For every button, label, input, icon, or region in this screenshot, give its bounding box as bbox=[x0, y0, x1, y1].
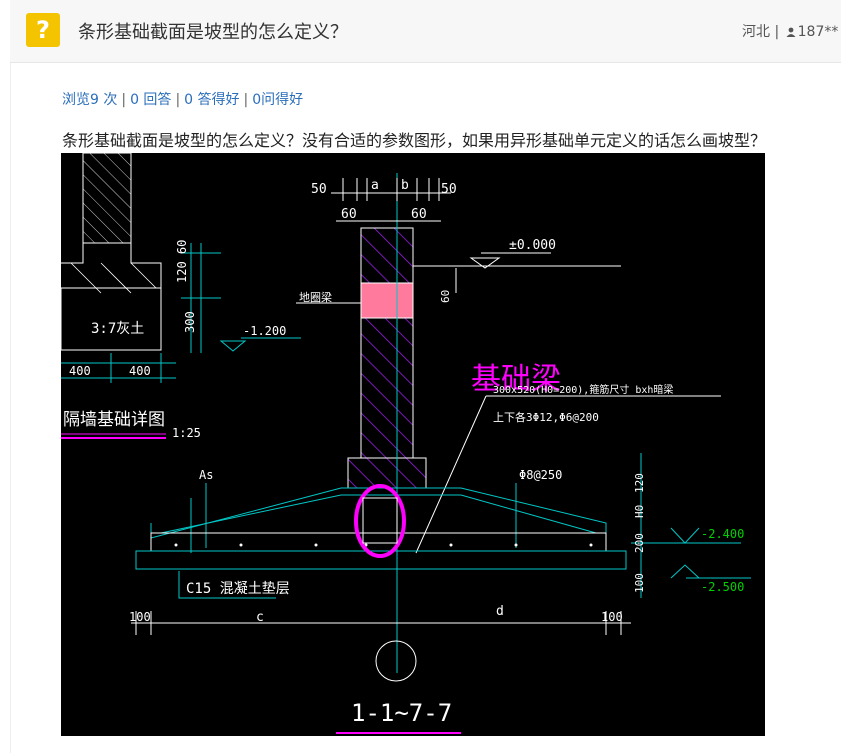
dim-c: c bbox=[256, 610, 264, 625]
dim-60-side: 60 bbox=[439, 290, 452, 303]
beam-note-2: 上下各3Φ12,Φ6@200 bbox=[493, 410, 599, 424]
dim-400-b: 400 bbox=[129, 364, 151, 378]
dim-200: 200 bbox=[633, 533, 646, 553]
dim-top-50-left: 50 bbox=[311, 182, 327, 197]
question-title: 条形基础截面是坡型的怎么定义？ bbox=[78, 22, 348, 43]
wall-detail-title: 隔墙基础详图 bbox=[63, 410, 165, 430]
asker-meta: 河北 | 187** bbox=[742, 21, 838, 41]
soil-label: 3:7灰土 bbox=[91, 321, 144, 337]
beam-note-1: 300x520(H0=200),箍筋尺寸 bxh暗梁 bbox=[493, 383, 673, 396]
h0-label: H0 bbox=[633, 505, 646, 518]
as-label: As bbox=[199, 468, 213, 482]
stats-separator: | bbox=[121, 92, 127, 108]
question-body: 条形基础截面是坡型的怎么定义？没有合适的参数图形，如果用异形基础单元定义的话怎么… bbox=[62, 131, 767, 150]
dim-100: 100 bbox=[633, 573, 646, 593]
meta-separator: | bbox=[774, 24, 780, 40]
answers-count[interactable]: 0 回答 bbox=[130, 92, 171, 108]
main-wall bbox=[347, 173, 427, 673]
cad-drawing-image: 120 60 300 -1.200 3:7灰土 400 400 隔墙基础详图 1… bbox=[60, 152, 765, 736]
asker-name[interactable]: 187** bbox=[798, 24, 839, 40]
dim-120-60: 120 60 bbox=[175, 240, 189, 283]
stats-separator: | bbox=[243, 92, 249, 108]
question-icon: ? bbox=[26, 13, 60, 47]
level-0: ±0.000 bbox=[509, 238, 556, 253]
good-answers-count[interactable]: 0 答得好 bbox=[184, 92, 239, 108]
user-icon bbox=[786, 27, 796, 37]
question-stats: 浏览9 次 | 0 回答 | 0 答得好 | 0问得好 bbox=[62, 89, 303, 109]
ring-beam-label: 地圈梁 bbox=[299, 290, 332, 304]
dim-120: 120 bbox=[633, 473, 646, 493]
cad-drawing: 120 60 300 -1.200 3:7灰土 400 400 隔墙基础详图 1… bbox=[60, 152, 751, 734]
stats-separator: | bbox=[175, 92, 181, 108]
views-count[interactable]: 浏览9 次 bbox=[62, 92, 117, 108]
dim-d: d bbox=[496, 604, 504, 619]
section-title: 1-1~7-7 bbox=[351, 699, 452, 727]
detail-scale: 1:25 bbox=[172, 426, 201, 440]
question-content: 浏览9 次 | 0 回答 | 0 答得好 | 0问得好 条形基础截面是坡型的怎么定义？没有合… bbox=[10, 63, 841, 753]
dim-300: 300 bbox=[183, 311, 197, 333]
stirrup-label: Φ8@250 bbox=[519, 468, 562, 482]
question-header: ? 条形基础截面是坡型的怎么定义？ 河北 | 187** bbox=[10, 0, 841, 63]
dim-100-left: 100 bbox=[129, 610, 151, 624]
dim-400-a: 400 bbox=[69, 364, 91, 378]
concrete-label: C15 混凝土垫层 bbox=[186, 581, 290, 597]
asker-location: 河北 bbox=[742, 24, 770, 40]
dim-60-left: 60 bbox=[341, 207, 357, 222]
dim-top-a: a bbox=[371, 178, 379, 193]
level-neg-2500: -2.500 bbox=[701, 580, 744, 594]
level-neg-2400: -2.400 bbox=[701, 527, 744, 541]
dim-top-b: b bbox=[401, 178, 409, 193]
question-good-count[interactable]: 0问得好 bbox=[252, 92, 303, 108]
level-neg-1200: -1.200 bbox=[243, 324, 286, 338]
dim-60-right: 60 bbox=[411, 207, 427, 222]
dim-top-50-right: 50 bbox=[441, 182, 457, 197]
dim-100-right: 100 bbox=[601, 610, 623, 624]
